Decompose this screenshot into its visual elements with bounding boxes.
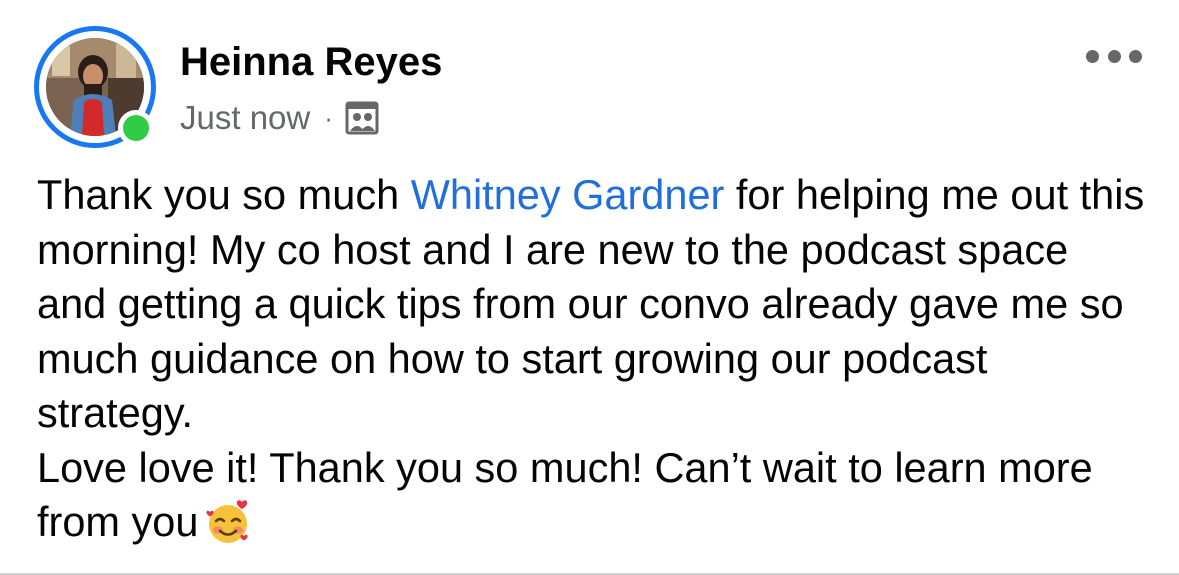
post-meta: Just now · [180, 98, 379, 138]
post-text-closing: Love love it! Thank you so much! Can’t w… [37, 443, 1093, 546]
more-options-icon[interactable] [1086, 42, 1142, 70]
timestamp[interactable]: Just now [180, 99, 310, 137]
post-card: Heinna Reyes Just now · Thank you so muc… [0, 0, 1179, 575]
post-paragraph-1: Thank you so much Whitney Gardner for he… [37, 168, 1147, 441]
mention-link[interactable]: Whitney Gardner [411, 171, 725, 218]
post-text-intro: Thank you so much [37, 171, 411, 218]
post-paragraph-2: Love love it! Thank you so much! Can’t w… [37, 441, 1147, 560]
avatar[interactable] [34, 26, 156, 148]
post-text: Thank you so much Whitney Gardner for he… [37, 168, 1147, 560]
meta-separator: · [324, 102, 333, 133]
online-status-dot [118, 110, 154, 146]
friends-audience-icon[interactable] [345, 101, 379, 135]
smiling-face-with-hearts-icon [204, 498, 252, 560]
author-name[interactable]: Heinna Reyes [180, 40, 442, 84]
